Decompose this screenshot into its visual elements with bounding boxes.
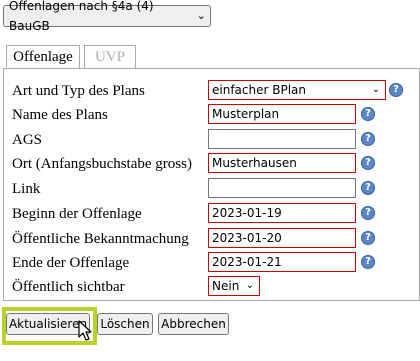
ende-label: Ende der Offenlage — [12, 255, 130, 271]
form-row-beginn: Beginn der Offenlage 2023-01-19 ? — [4, 203, 419, 225]
cancel-button[interactable]: Abbrechen — [158, 313, 229, 335]
art-label: Art und Typ des Plans — [12, 83, 145, 99]
ags-label: AGS — [12, 132, 43, 148]
help-icon[interactable]: ? — [389, 83, 403, 97]
ort-input[interactable]: Musterhausen — [208, 153, 356, 173]
offenlage-type-select-value: Offenlagen nach §4a (4) BauGB — [9, 0, 154, 33]
bekanntmachung-date-input[interactable]: 2023-01-20 — [208, 228, 356, 248]
help-icon[interactable]: ? — [361, 231, 375, 245]
sichtbar-select[interactable]: Nein ⌄ — [208, 276, 260, 296]
chevron-down-icon: ⌄ — [371, 84, 381, 95]
mouse-cursor-icon — [78, 320, 92, 341]
name-label: Name des Plans — [12, 107, 108, 123]
form-row-ags: AGS ? — [4, 129, 419, 151]
sichtbar-select-value: Nein — [212, 279, 240, 293]
link-input[interactable] — [208, 178, 356, 198]
form-row-ende: Ende der Offenlage 2023-01-21 ? — [4, 252, 419, 274]
help-icon[interactable]: ? — [361, 181, 375, 195]
help-icon[interactable]: ? — [361, 255, 375, 269]
tab-offenlage[interactable]: Offenlage — [6, 45, 80, 69]
form-row-link: Link ? — [4, 178, 419, 200]
form-row-ort: Ort (Anfangsbuchstabe gross) Musterhause… — [4, 153, 419, 175]
beginn-date-input[interactable]: 2023-01-19 — [208, 203, 356, 223]
tab-uvp[interactable]: UVP — [84, 45, 136, 69]
form-row-sichtbar: Öffentlich sichtbar Nein ⌄ — [4, 276, 419, 298]
art-select[interactable]: einfacher BPlan ⌄ — [208, 80, 386, 100]
chevron-down-icon: ⌄ — [196, 9, 206, 22]
help-icon[interactable]: ? — [361, 156, 375, 170]
ags-input[interactable] — [208, 129, 356, 149]
name-input[interactable]: Musterplan — [208, 104, 356, 124]
delete-button[interactable]: Löschen — [97, 313, 153, 335]
ende-date-input[interactable]: 2023-01-21 — [208, 252, 356, 272]
help-icon[interactable]: ? — [361, 206, 375, 220]
art-select-value: einfacher BPlan — [212, 83, 306, 97]
offenlage-form-panel: Art und Typ des Plans einfacher BPlan ⌄ … — [3, 68, 420, 301]
ort-label: Ort (Anfangsbuchstabe gross) — [12, 156, 192, 172]
form-row-bekanntmachung: Öffentliche Bekanntmachung 2023-01-20 ? — [4, 228, 419, 250]
form-row-name: Name des Plans Musterplan ? — [4, 104, 419, 126]
chevron-down-icon: ⌄ — [245, 280, 255, 291]
beginn-label: Beginn der Offenlage — [12, 206, 142, 222]
help-icon[interactable]: ? — [361, 107, 375, 121]
link-label: Link — [12, 181, 41, 197]
offenlage-type-select[interactable]: Offenlagen nach §4a (4) BauGB ⌄ — [3, 0, 211, 33]
sichtbar-label: Öffentlich sichtbar — [12, 279, 125, 295]
form-row-art: Art und Typ des Plans einfacher BPlan ⌄ … — [4, 80, 419, 102]
help-icon[interactable]: ? — [361, 132, 375, 146]
bekanntmachung-label: Öffentliche Bekanntmachung — [12, 231, 189, 247]
